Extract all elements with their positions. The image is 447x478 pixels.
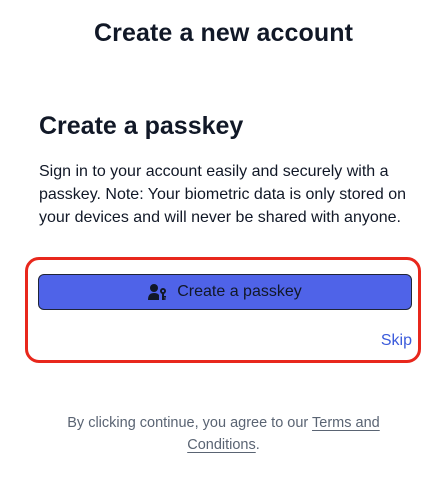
terms-prefix: By clicking continue, you agree to our bbox=[67, 415, 313, 431]
terms-suffix: . bbox=[255, 437, 260, 453]
passkey-description: Sign in to your account easily and secur… bbox=[39, 163, 407, 226]
page-title: Create a new account bbox=[93, 19, 354, 47]
passkey-heading: Create a passkey bbox=[39, 112, 244, 140]
create-passkey-button[interactable]: Create a passkey bbox=[38, 274, 412, 310]
highlight-frame bbox=[25, 257, 421, 363]
create-passkey-button-label: Create a passkey bbox=[177, 283, 302, 300]
user-key-icon bbox=[148, 283, 168, 301]
terms-notice: By clicking continue, you agree to our T… bbox=[30, 412, 417, 456]
skip-link[interactable]: Skip bbox=[381, 332, 412, 350]
